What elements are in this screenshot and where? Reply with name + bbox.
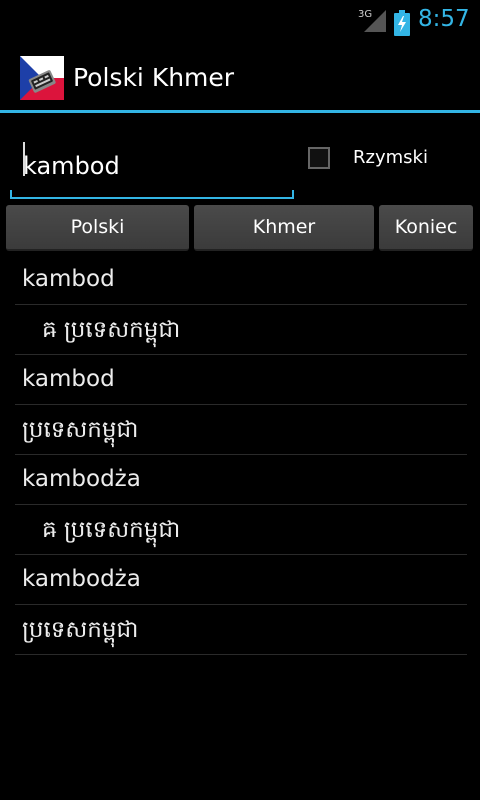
result-text: kambod: [22, 366, 115, 392]
result-text: kambodża: [22, 566, 141, 592]
result-text: ឝ ប្រទេសកម្ពុជា: [42, 517, 181, 543]
results-list: kambod ឝ ប្រទេសកម្ពុជា kambod ប្រទេសកម្ព…: [15, 255, 467, 655]
result-item[interactable]: ប្រទេសកម្ពុជា: [15, 405, 467, 455]
result-text: ប្រទេសកម្ពុជា: [22, 617, 139, 643]
status-bar: 3G 8:57: [0, 0, 480, 44]
search-input-underline: [10, 197, 294, 199]
status-clock: 8:57: [418, 6, 470, 32]
app-screen: 3G 8:57 Polski Khmer Rzymsk: [0, 0, 480, 800]
signal-icon: [364, 10, 386, 32]
koniec-button[interactable]: Koniec: [379, 205, 473, 251]
result-item[interactable]: ឝ ប្រទេសកម្ពុជា: [15, 505, 467, 555]
search-input-tick-left: [10, 190, 12, 199]
flag-keyboard-app-icon[interactable]: [20, 56, 64, 100]
result-item[interactable]: kambodża: [15, 455, 467, 505]
battery-charging-icon: [394, 10, 410, 36]
romanized-checkbox[interactable]: [308, 147, 330, 169]
result-item[interactable]: ឝ ប្រទេសកម្ពុជា: [15, 305, 467, 355]
search-input-tick-right: [292, 190, 294, 199]
result-item[interactable]: ប្រទេសកម្ពុជា: [15, 605, 467, 655]
polski-button[interactable]: Polski: [6, 205, 189, 251]
khmer-button[interactable]: Khmer: [194, 205, 374, 251]
result-item[interactable]: kambodża: [15, 555, 467, 605]
app-title: Polski Khmer: [73, 63, 235, 92]
result-text: kambod: [22, 266, 115, 292]
text-cursor: [23, 142, 25, 176]
result-text: ប្រទេសកម្ពុជា: [22, 417, 139, 443]
romanized-checkbox-label[interactable]: Rzymski: [353, 147, 428, 168]
result-item[interactable]: kambod: [15, 255, 467, 305]
result-text: ឝ ប្រទេសកម្ពុជា: [42, 317, 181, 343]
result-item[interactable]: kambod: [15, 355, 467, 405]
action-bar-divider: [0, 110, 480, 113]
result-text: kambodża: [22, 466, 141, 492]
search-input[interactable]: [10, 136, 294, 196]
action-bar: Polski Khmer: [0, 44, 480, 112]
